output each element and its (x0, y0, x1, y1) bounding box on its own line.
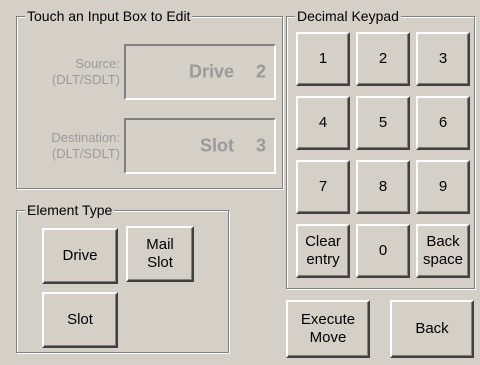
execute-move-button[interactable]: Execute Move (286, 300, 370, 358)
source-field[interactable]: Drive 2 (124, 44, 276, 100)
mail-slot-button[interactable]: Mail Slot (126, 226, 194, 282)
key-1[interactable]: 1 (296, 32, 350, 86)
key-5[interactable]: 5 (356, 96, 410, 150)
destination-label: Destination: (DLT/SDLT) (51, 130, 120, 161)
source-value: Drive (188, 61, 234, 82)
key-2[interactable]: 2 (356, 32, 410, 86)
back-button[interactable]: Back (390, 300, 474, 358)
keypad-title: Decimal Keypad (295, 8, 401, 24)
key-8[interactable]: 8 (356, 160, 410, 214)
destination-field[interactable]: Slot 3 (124, 118, 276, 174)
clear-entry-button[interactable]: Clear entry (296, 224, 350, 278)
drive-button[interactable]: Drive (42, 228, 118, 284)
destination-value: Slot (200, 135, 234, 156)
destination-number: 3 (255, 135, 266, 156)
key-4[interactable]: 4 (296, 96, 350, 150)
key-6[interactable]: 6 (416, 96, 470, 150)
key-9[interactable]: 9 (416, 160, 470, 214)
edit-group-title: Touch an Input Box to Edit (25, 8, 193, 24)
key-3[interactable]: 3 (416, 32, 470, 86)
key-0[interactable]: 0 (356, 224, 410, 278)
key-7[interactable]: 7 (296, 160, 350, 214)
source-label: Source: (DLT/SDLT) (51, 56, 120, 87)
slot-button[interactable]: Slot (42, 292, 118, 348)
backspace-button[interactable]: Back space (416, 224, 470, 278)
element-type-title: Element Type (25, 202, 115, 218)
source-number: 2 (255, 61, 266, 82)
